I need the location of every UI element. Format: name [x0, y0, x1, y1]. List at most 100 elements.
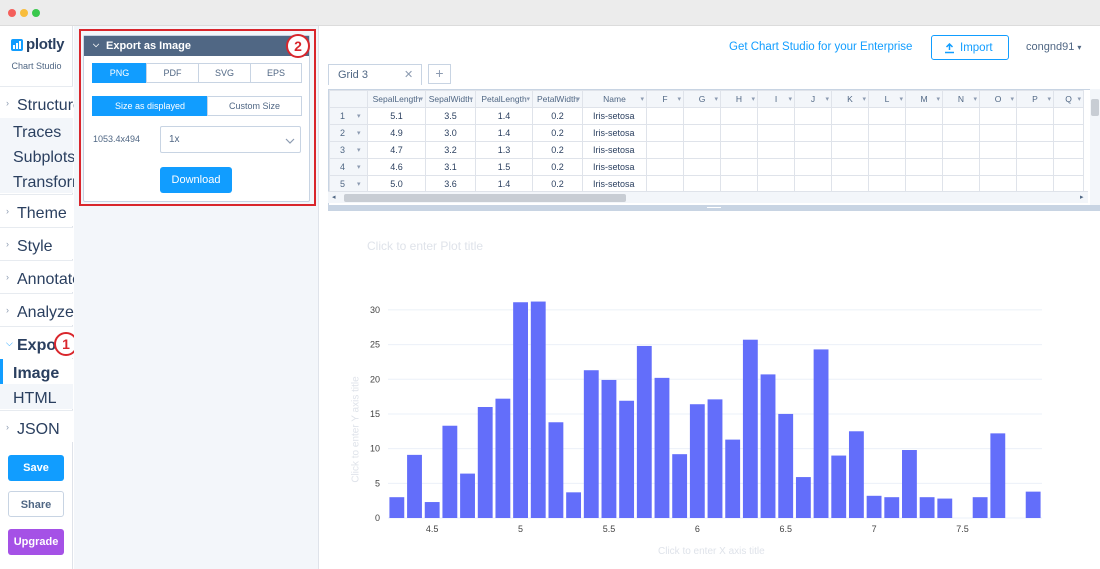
x-tick-label: 7.5 [956, 524, 969, 534]
bar[interactable] [831, 455, 847, 518]
main-area: Get Chart Studio for your Enterprise Imp… [320, 26, 1100, 569]
sidebar-group-label: Structure [17, 97, 82, 114]
bar[interactable] [636, 345, 652, 518]
share-button[interactable]: Share [8, 491, 64, 517]
close-window-dot[interactable] [8, 9, 16, 17]
bar[interactable] [389, 497, 405, 518]
bar[interactable] [548, 422, 564, 518]
bar[interactable] [513, 302, 528, 518]
x-tick-label: 6 [695, 524, 700, 534]
bar[interactable] [477, 407, 493, 518]
chevron-right-icon: › [6, 206, 9, 216]
bar[interactable] [566, 492, 582, 518]
bar[interactable] [583, 370, 599, 518]
app-window: plotly Chart Studio › Structure Traces S… [0, 0, 1100, 569]
bar[interactable] [1025, 491, 1041, 518]
format-svg[interactable]: SVG [198, 63, 251, 83]
scale-select[interactable]: 1x [160, 126, 301, 153]
custom-size-option[interactable]: Custom Size [207, 96, 302, 116]
sidebar-group-label: JSON [17, 421, 60, 438]
bar[interactable] [672, 454, 688, 518]
bar[interactable] [495, 398, 511, 518]
sidebar-group-annotate[interactable]: › Annotate [0, 260, 81, 292]
plotly-logo-icon [11, 39, 23, 51]
format-pdf[interactable]: PDF [146, 63, 199, 83]
chevron-down-icon: ⌵ [93, 40, 100, 49]
chevron-right-icon: › [6, 422, 9, 432]
sidebar-group-style[interactable]: › Style [0, 227, 73, 259]
bar[interactable] [813, 349, 829, 518]
sidebar-item-html[interactable]: HTML [0, 384, 73, 409]
export-image-panel: ⌵ Export as Image PNG PDF SVG EPS Size a… [83, 35, 310, 202]
y-tick-label: 30 [370, 305, 380, 315]
x-tick-label: 6.5 [779, 524, 792, 534]
bar[interactable] [795, 477, 811, 518]
bar[interactable] [442, 425, 458, 518]
y-tick-label: 0 [375, 513, 380, 523]
bar[interactable] [760, 374, 776, 518]
bar[interactable] [742, 339, 758, 518]
x-tick-label: 5 [518, 524, 523, 534]
minimize-window-dot[interactable] [20, 9, 28, 17]
bar[interactable] [866, 495, 882, 518]
bar[interactable] [407, 454, 422, 518]
sidebar: plotly Chart Studio › Structure Traces S… [0, 26, 93, 569]
upgrade-button[interactable]: Upgrade [8, 529, 64, 555]
x-tick-label: 7 [872, 524, 877, 534]
sidebar-group-analyze[interactable]: › Analyze [0, 293, 74, 325]
image-dimensions: 1053.4x494 [93, 134, 141, 144]
bar[interactable] [530, 301, 546, 518]
bar[interactable] [884, 497, 900, 518]
y-tick-label: 5 [375, 478, 380, 488]
y-tick-label: 20 [370, 374, 380, 384]
size-as-displayed-option[interactable]: Size as displayed [92, 96, 208, 116]
sidebar-group-structure[interactable]: › Structure [0, 86, 82, 118]
sidebar-group-theme[interactable]: › Theme [0, 194, 73, 226]
bar[interactable] [654, 377, 670, 518]
bar[interactable] [725, 439, 741, 518]
format-png[interactable]: PNG [92, 63, 147, 83]
sidebar-item-subplots[interactable]: Subplots [0, 143, 76, 168]
sidebar-item-image[interactable]: Image [0, 359, 73, 384]
save-button[interactable]: Save [8, 455, 64, 481]
sidebar-item-label: HTML [13, 390, 57, 407]
sidebar-item-label: Subplots [13, 149, 76, 166]
sidebar-group-label: Theme [17, 205, 67, 222]
sidebar-item-traces[interactable]: Traces [0, 118, 73, 143]
export-panel-title: Export as Image [106, 40, 191, 52]
bar[interactable] [848, 431, 864, 518]
bar[interactable] [601, 379, 617, 518]
bar[interactable] [972, 497, 988, 518]
brand-logo[interactable]: plotly Chart Studio [0, 26, 73, 84]
bar[interactable] [990, 433, 1006, 518]
download-button[interactable]: Download [160, 167, 232, 193]
y-tick-label: 10 [370, 444, 380, 454]
format-eps[interactable]: EPS [250, 63, 302, 83]
y-tick-label: 25 [370, 340, 380, 350]
bar[interactable] [619, 400, 635, 518]
bar[interactable] [707, 399, 723, 518]
bar[interactable] [778, 413, 794, 518]
window-titlebar [0, 0, 1100, 26]
x-tick-label: 4.5 [426, 524, 439, 534]
sidebar-group-json[interactable]: › JSON [0, 410, 73, 442]
maximize-window-dot[interactable] [32, 9, 40, 17]
sidebar-item-transforms[interactable]: Transforms [0, 168, 93, 193]
chevron-right-icon: › [6, 305, 9, 315]
chevron-right-icon: › [6, 98, 9, 108]
bar[interactable] [689, 404, 705, 518]
x-tick-label: 5.5 [603, 524, 616, 534]
export-panel-header[interactable]: ⌵ Export as Image [84, 36, 309, 56]
bar-chart: 0 5 10 15 20 25 30 4.5 5 5.5 6 6.5 7 7.5 [370, 301, 1042, 534]
bar[interactable] [460, 473, 475, 518]
chevron-right-icon: › [6, 239, 9, 249]
bar[interactable] [424, 502, 440, 518]
bar[interactable] [919, 497, 935, 518]
callout-badge: 2 [286, 34, 310, 58]
y-tick-label: 15 [370, 409, 380, 419]
chevron-down-icon: ⌵ [6, 338, 13, 348]
bar[interactable] [902, 450, 917, 518]
sidebar-group-label: Style [17, 238, 53, 255]
bar[interactable] [937, 498, 953, 518]
sidebar-group-label: Analyze [17, 304, 74, 321]
